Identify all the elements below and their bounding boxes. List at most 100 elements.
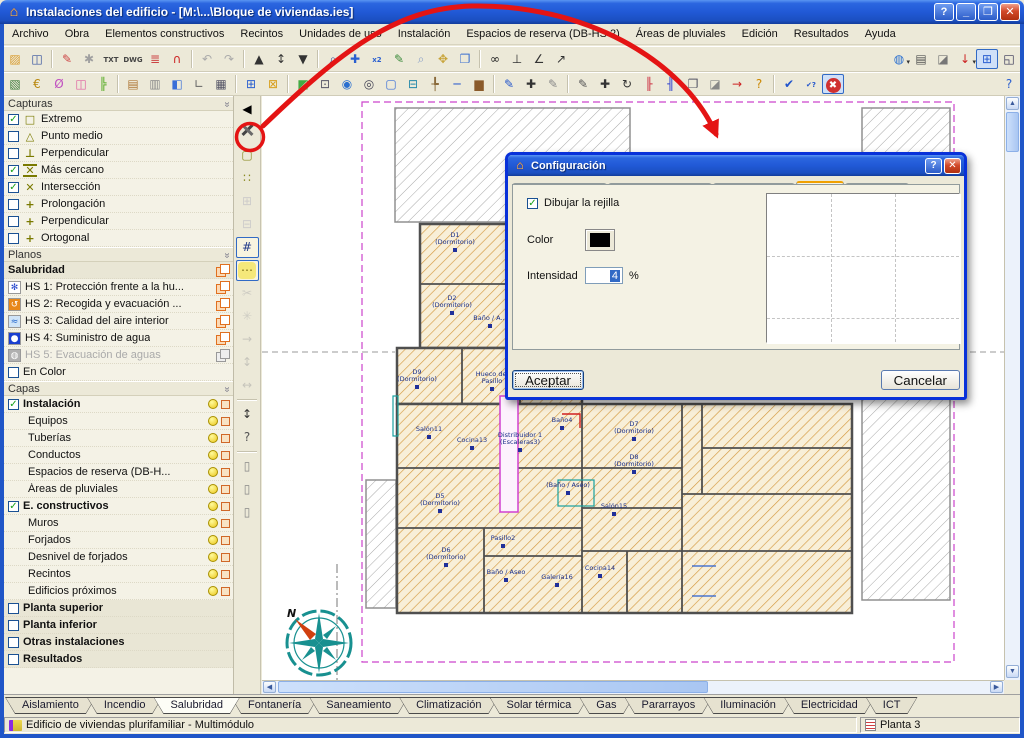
dialog-close-button[interactable]: ✕ bbox=[944, 158, 961, 174]
cancel-button[interactable]: Cancelar bbox=[881, 370, 960, 390]
group-checkbox[interactable] bbox=[8, 620, 19, 631]
zoom-double-button[interactable]: x2 bbox=[366, 49, 388, 69]
capture-checkbox[interactable] bbox=[8, 148, 19, 159]
export-txt-button[interactable]: TXT bbox=[100, 49, 122, 69]
layer-item-espacios-de-reserva-db-h[interactable]: Espacios de reserva (DB-H... bbox=[4, 464, 233, 481]
door-middle-button[interactable]: ▯ bbox=[236, 479, 259, 500]
plant-select-button[interactable]: ↕ bbox=[270, 49, 292, 69]
capture-checkbox[interactable] bbox=[8, 131, 19, 142]
layers-icon[interactable] bbox=[216, 349, 230, 362]
layers-icon[interactable] bbox=[216, 281, 230, 294]
walls-button[interactable]: ▤ bbox=[122, 74, 144, 94]
module-tab-pararrayos[interactable]: Pararrayos bbox=[624, 697, 712, 714]
scroll-right-arrow[interactable]: ▶ bbox=[990, 681, 1003, 693]
capture-checkbox[interactable] bbox=[8, 233, 19, 244]
door-back-button[interactable]: ▯ bbox=[236, 502, 259, 523]
move-connection-button[interactable]: ✚ bbox=[520, 74, 542, 94]
layer-cube-icon[interactable] bbox=[221, 502, 230, 511]
capture-item-perpendicular[interactable]: +Perpendicular bbox=[4, 213, 233, 230]
partitions-button[interactable]: ▥ bbox=[144, 74, 166, 94]
module-tab-gas[interactable]: Gas bbox=[579, 697, 633, 714]
plan-item-en-color[interactable]: En Color bbox=[4, 364, 233, 381]
layer-item-conductos[interactable]: Conductos bbox=[4, 447, 233, 464]
capture-item-interseccion[interactable]: ✓✕Intersección bbox=[4, 179, 233, 196]
adjust-pipe-button[interactable]: ✎ bbox=[542, 74, 564, 94]
plan-item-hs-1-proteccion-frente-a-la-hu[interactable]: ✻HS 1: Protección frente a la hu... bbox=[4, 279, 233, 296]
layer-item-instalacion[interactable]: ✓Instalación bbox=[4, 396, 233, 413]
zoom-window-button[interactable]: ✚ bbox=[344, 49, 366, 69]
room-outdoor-button[interactable]: ⊠ bbox=[262, 74, 284, 94]
layer-item-recintos[interactable]: Recintos bbox=[4, 566, 233, 583]
layers-icon[interactable] bbox=[216, 315, 230, 328]
layers-icon[interactable] bbox=[216, 298, 230, 311]
horizontal-scroll-thumb[interactable] bbox=[278, 681, 708, 693]
module-tab-saneamiento[interactable]: Saneamiento bbox=[309, 697, 408, 714]
edit-element-button[interactable]: ✎ bbox=[572, 74, 594, 94]
query-measure-button[interactable]: ? bbox=[236, 427, 259, 448]
group-checkbox[interactable] bbox=[8, 654, 19, 665]
menu-unidades-de-uso[interactable]: Unidades de uso bbox=[291, 26, 390, 42]
riser-down-button[interactable]: ╢ bbox=[660, 74, 682, 94]
visibility-bulb-icon[interactable] bbox=[208, 399, 218, 409]
layer-checkbox[interactable]: ✓ bbox=[8, 501, 19, 512]
snap-star-button[interactable]: ✳ bbox=[236, 306, 259, 327]
draw-grid-checkbox[interactable]: ✓ bbox=[527, 198, 538, 209]
visibility-bulb-icon[interactable] bbox=[208, 467, 218, 477]
pan-view-button[interactable]: ✥ bbox=[432, 49, 454, 69]
group-item-planta-inferior[interactable]: Planta inferior bbox=[4, 617, 233, 634]
capture-checkbox[interactable] bbox=[8, 216, 19, 227]
scroll-up-arrow[interactable]: ▲ bbox=[1006, 97, 1019, 110]
group-checkbox[interactable] bbox=[8, 637, 19, 648]
menu-archivo[interactable]: Archivo bbox=[4, 26, 57, 42]
capture-settings-button[interactable]: ∷ bbox=[236, 168, 259, 189]
undo-button[interactable]: ↶ bbox=[196, 49, 218, 69]
layer-item-edificios-proximos[interactable]: Edificios próximos bbox=[4, 583, 233, 600]
open-file-button[interactable]: ▨ bbox=[4, 49, 26, 69]
layer-cube-icon[interactable] bbox=[221, 434, 230, 443]
grid-color-swatch[interactable] bbox=[585, 229, 615, 251]
reserve-space-button[interactable]: ▢ bbox=[380, 74, 402, 94]
layer-cube-icon[interactable] bbox=[221, 451, 230, 460]
search-elements-button[interactable]: ∞ bbox=[484, 49, 506, 69]
group-item-resultados[interactable]: Resultados bbox=[4, 651, 233, 668]
buildings-button[interactable]: ▦ bbox=[210, 74, 232, 94]
group-checkbox[interactable] bbox=[8, 603, 19, 614]
dialog-title-bar[interactable]: ⌂ Configuración ?✕ bbox=[508, 155, 964, 176]
capture-checkbox[interactable]: ✓ bbox=[8, 114, 19, 125]
module-tab-electricidad[interactable]: Electricidad bbox=[784, 697, 875, 714]
capture-checkbox[interactable] bbox=[8, 199, 19, 210]
diameters-button[interactable]: Ø bbox=[48, 74, 70, 94]
room-add-button[interactable]: ⊞ bbox=[240, 74, 262, 94]
layers-icon[interactable] bbox=[216, 264, 230, 277]
trim-elements-button[interactable]: ✂ bbox=[236, 283, 259, 304]
pipes-tee-button[interactable]: ╠ bbox=[92, 74, 114, 94]
menu-obra[interactable]: Obra bbox=[57, 26, 97, 42]
layer-cube-icon[interactable] bbox=[221, 417, 230, 426]
plan-group-salubridad[interactable]: Salubridad bbox=[4, 262, 233, 279]
layer-item-desnivel-de-forjados[interactable]: Desnivel de forjados bbox=[4, 549, 233, 566]
accept-button[interactable]: Aceptar bbox=[512, 370, 584, 390]
visibility-bulb-icon[interactable] bbox=[208, 450, 218, 460]
windows-button[interactable]: ◧ bbox=[166, 74, 188, 94]
section-header-capas[interactable]: Capas» bbox=[4, 381, 233, 396]
currency-costs-button[interactable]: € bbox=[26, 74, 48, 94]
export-dwg-button[interactable]: DWG bbox=[122, 49, 144, 69]
layer-cube-icon[interactable] bbox=[221, 400, 230, 409]
move-element-button[interactable]: ✚ bbox=[594, 74, 616, 94]
layer-item-forjados[interactable]: Forjados bbox=[4, 532, 233, 549]
capture-checkbox[interactable]: ✓ bbox=[8, 165, 19, 176]
window-arrange-button[interactable]: ◱ bbox=[998, 49, 1020, 69]
menu-recintos[interactable]: Recintos bbox=[232, 26, 291, 42]
rotate-element-button[interactable]: ↻ bbox=[616, 74, 638, 94]
edit-resources-button[interactable]: ✎ bbox=[56, 49, 78, 69]
web-services-button[interactable]: ◍▾ bbox=[888, 49, 910, 69]
layer-item-tuberias[interactable]: Tuberías bbox=[4, 430, 233, 447]
floor-steps-button[interactable]: ∟ bbox=[188, 74, 210, 94]
extend-horizontal-button[interactable]: ↔ bbox=[236, 375, 259, 396]
collapse-panel-button[interactable]: ◀ bbox=[236, 99, 259, 120]
en-color-checkbox[interactable] bbox=[8, 367, 19, 378]
module-tab-ict[interactable]: ICT bbox=[866, 697, 918, 714]
layer-cube-icon[interactable] bbox=[221, 587, 230, 596]
layers-icon[interactable] bbox=[216, 332, 230, 345]
help-button[interactable]: ? bbox=[934, 3, 954, 21]
